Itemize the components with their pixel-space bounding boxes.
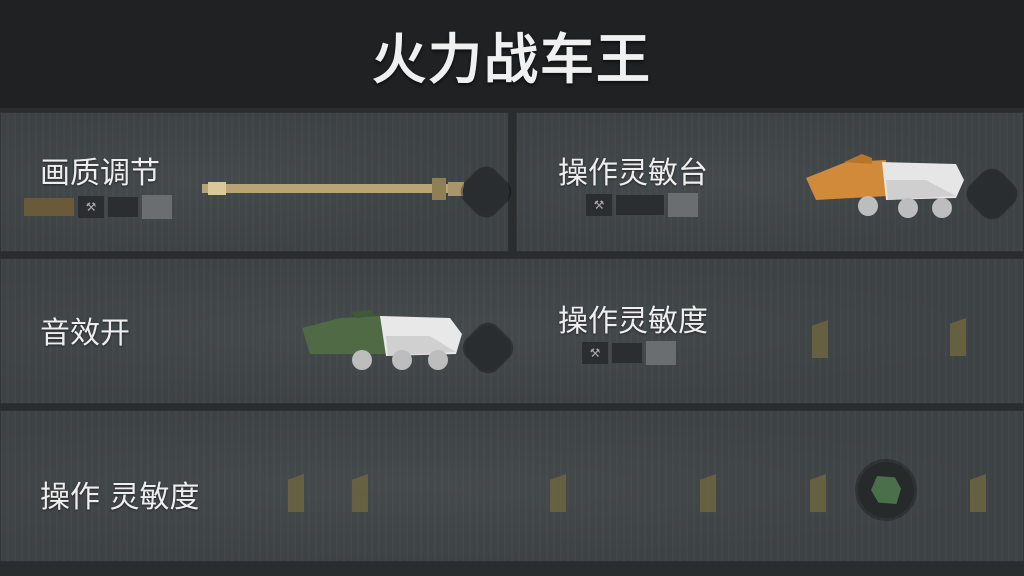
sensitivity-mid-mini-bar bbox=[612, 343, 642, 363]
slot-marker bbox=[970, 474, 986, 512]
slot-marker bbox=[812, 320, 828, 358]
sensitivity-top-mini-toggle[interactable] bbox=[668, 193, 698, 217]
green-white-vehicle-icon bbox=[302, 310, 462, 370]
sensitivity-mid-mini-control[interactable]: ⚒ bbox=[582, 341, 676, 365]
panel-sound[interactable] bbox=[0, 258, 1024, 404]
slot-marker bbox=[352, 474, 368, 512]
green-emblem-icon bbox=[871, 476, 901, 504]
sensitivity-bottom-label: 操作 灵敏度 bbox=[40, 480, 200, 515]
slot-marker bbox=[550, 474, 566, 512]
vehicle-icon bbox=[24, 198, 74, 216]
header-bar: 火力战车王 bbox=[0, 0, 1024, 108]
sensitivity-top-label: 操作灵敏台 bbox=[558, 156, 708, 191]
graphics-mini-bar bbox=[108, 197, 138, 217]
wrench-icon: ⚒ bbox=[78, 196, 104, 218]
slot-marker bbox=[288, 474, 304, 512]
wrench-icon: ⚒ bbox=[586, 194, 612, 216]
green-emblem-button[interactable] bbox=[858, 462, 914, 518]
wrench-icon: ⚒ bbox=[582, 342, 608, 364]
graphics-quality-label: 画质调节 bbox=[40, 156, 160, 191]
orange-white-vehicle-icon bbox=[806, 154, 964, 218]
sensitivity-top-mini-bar bbox=[616, 195, 664, 215]
sensitivity-mid-mini-toggle[interactable] bbox=[646, 341, 676, 365]
sensitivity-top-mini-control[interactable]: ⚒ bbox=[586, 193, 698, 217]
sensitivity-mid-label: 操作灵敏度 bbox=[558, 304, 708, 339]
tan-barrel-icon bbox=[202, 178, 464, 200]
graphics-mini-control[interactable]: ⚒ bbox=[24, 195, 172, 219]
sound-label: 音效开 bbox=[40, 316, 130, 351]
slot-marker bbox=[950, 318, 966, 356]
slot-marker bbox=[700, 474, 716, 512]
page-title: 火力战车王 bbox=[372, 27, 652, 91]
slot-marker bbox=[810, 474, 826, 512]
graphics-mini-toggle[interactable] bbox=[142, 195, 172, 219]
